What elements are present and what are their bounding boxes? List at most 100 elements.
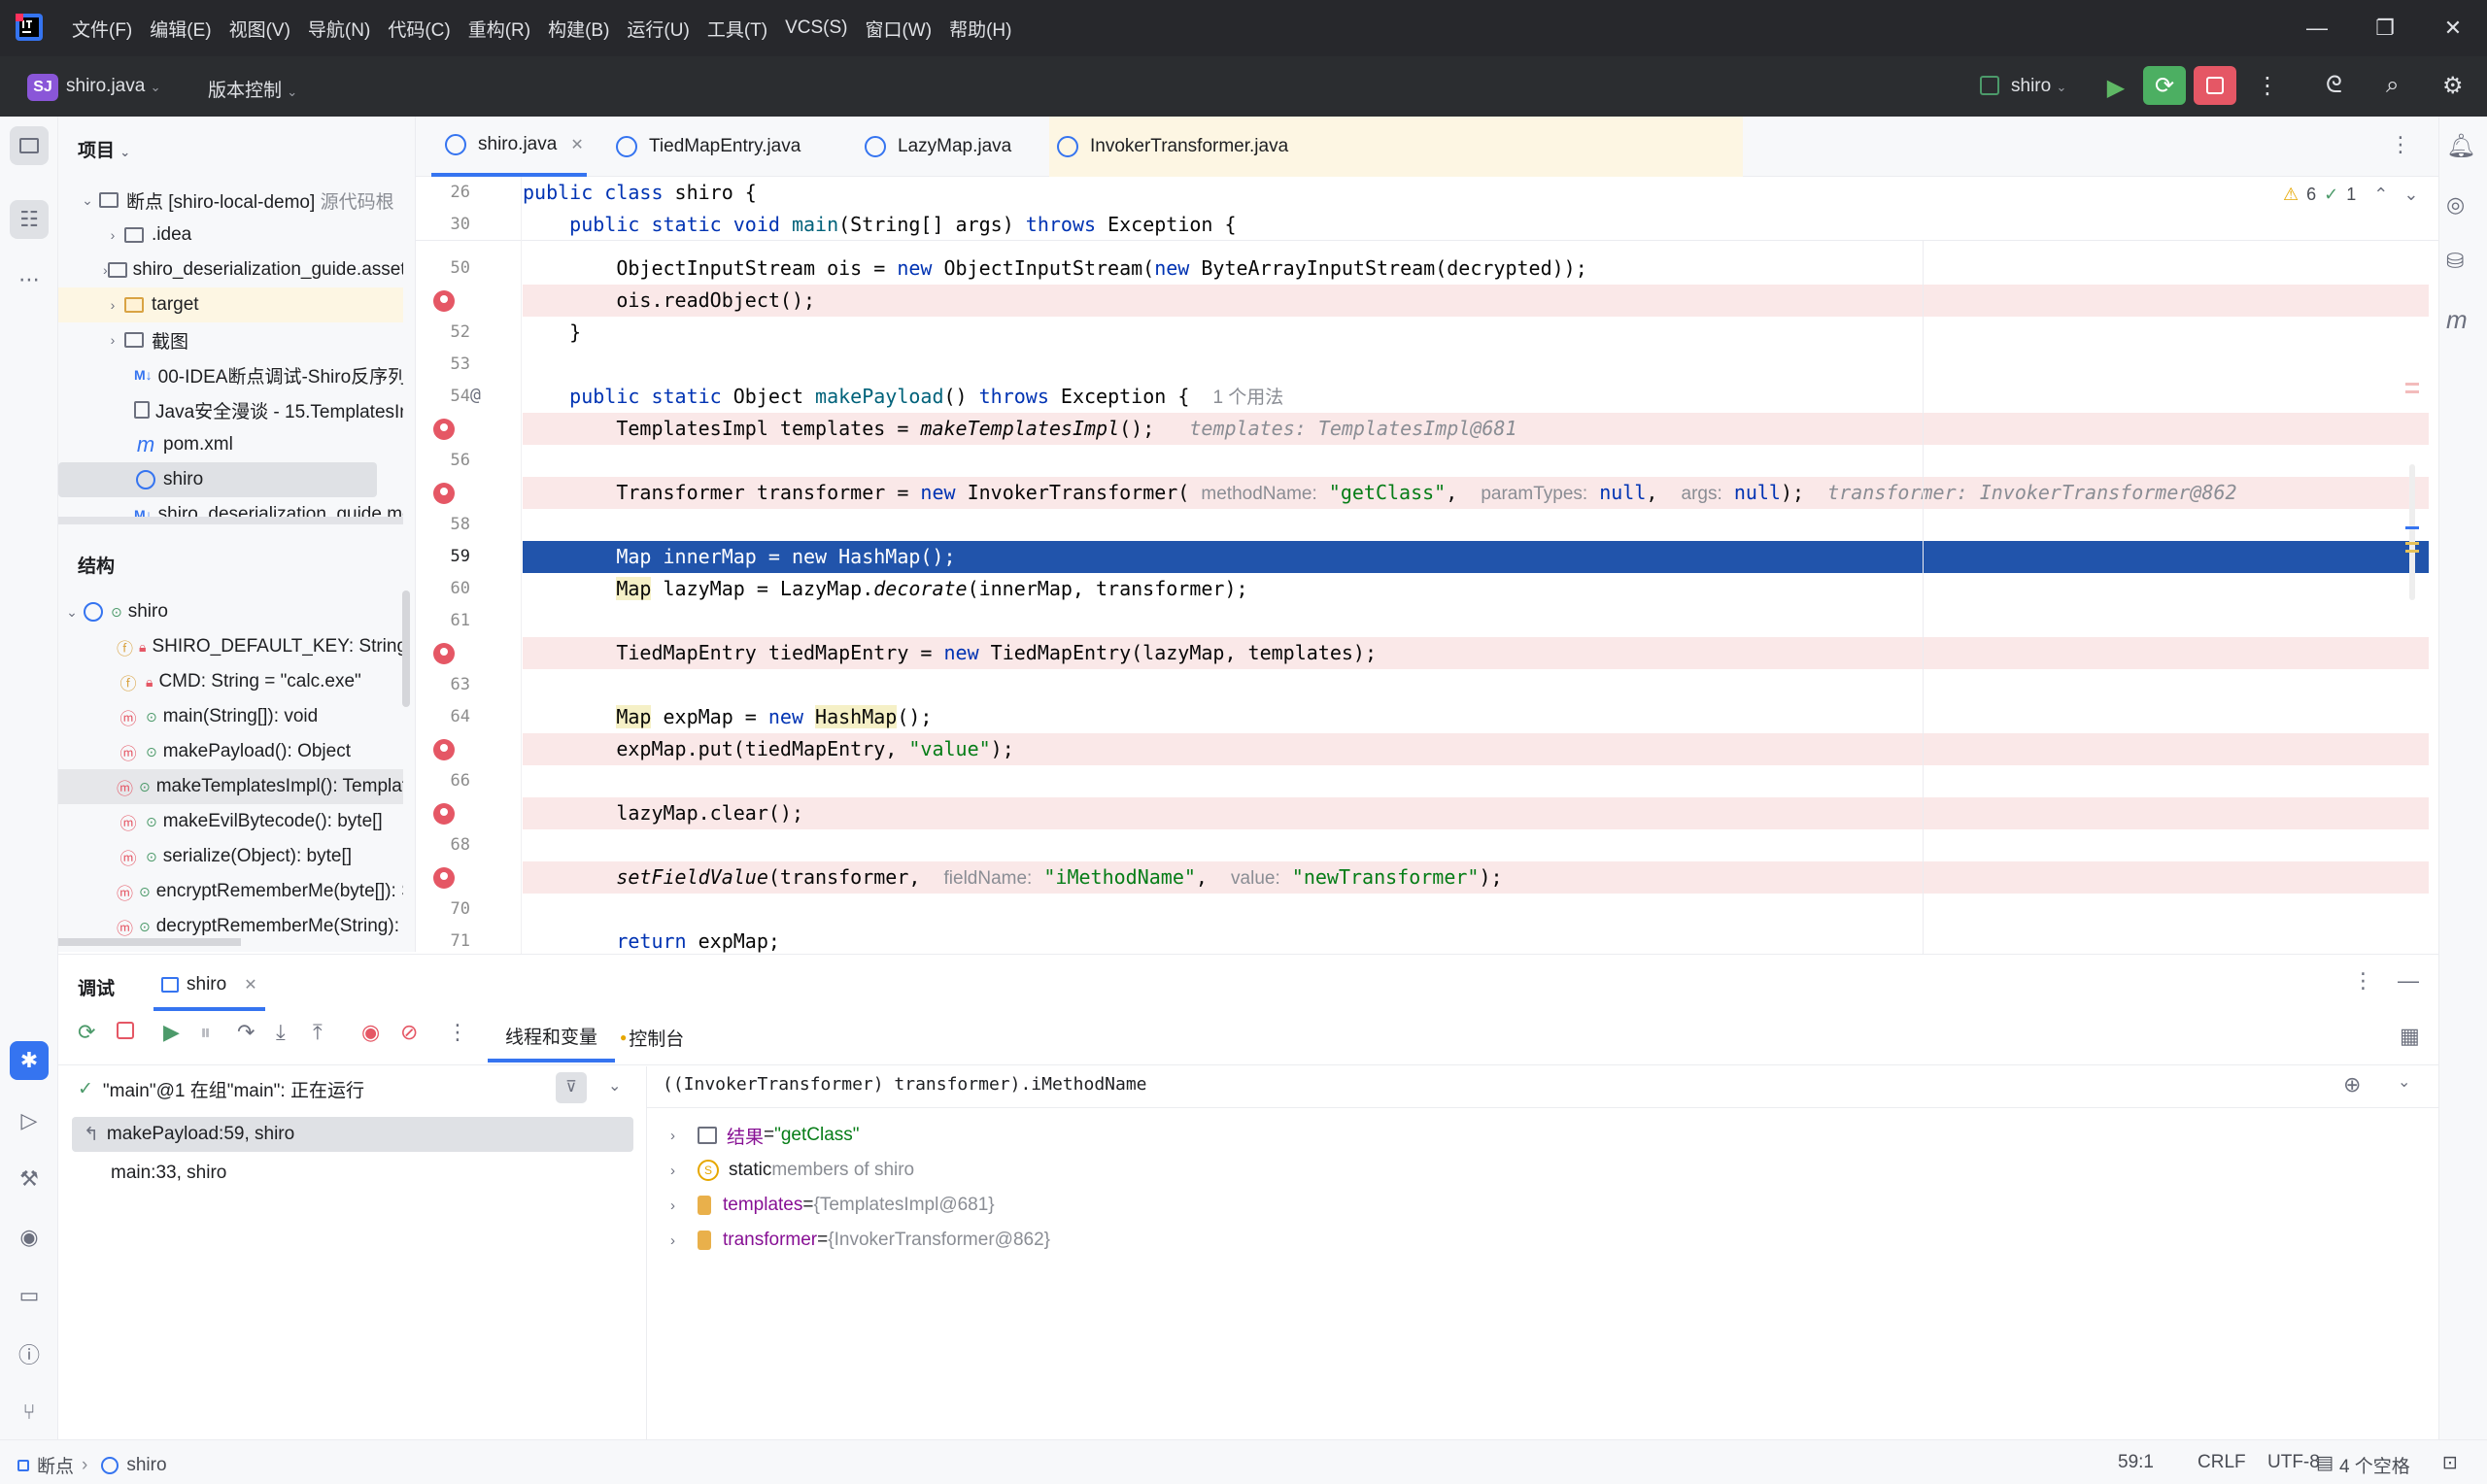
menu-edit[interactable]: 编辑(E): [150, 16, 223, 42]
chevron-right-icon[interactable]: ›: [103, 332, 122, 348]
chevron-down-icon[interactable]: ⌄: [2398, 1072, 2410, 1092]
tab-threads-variables[interactable]: 线程和变量: [488, 1012, 616, 1062]
gutter-line[interactable]: 54 @: [416, 381, 523, 413]
gutter-line[interactable]: [416, 637, 523, 669]
ai-assistant-icon[interactable]: ᘓ: [2326, 72, 2342, 99]
menu-vcs[interactable]: VCS(S): [785, 17, 860, 39]
resume-icon[interactable]: ▶: [2095, 68, 2137, 107]
vcs-selector[interactable]: 版本控制 ⌄: [208, 76, 297, 102]
gutter-line[interactable]: 64: [416, 701, 523, 733]
structure-member[interactable]: ⓕ 🔒︎ SHIRO_DEFAULT_KEY: String: [58, 629, 403, 664]
resume-program-icon[interactable]: ▶︎: [163, 1020, 180, 1045]
run-icon[interactable]: ▷: [10, 1101, 49, 1140]
gutter-line[interactable]: 52: [416, 317, 523, 349]
problems-icon[interactable]: ⓘ: [10, 1334, 49, 1373]
breadcrumb-item[interactable]: shiro: [126, 1455, 166, 1476]
gutter-line[interactable]: 66: [416, 765, 523, 797]
tree-item-pdf[interactable]: Java安全漫谈 - 15.TemplatesImpl: [58, 392, 403, 427]
step-over-icon[interactable]: ↷: [237, 1020, 255, 1045]
add-watch-icon[interactable]: ⊕: [2343, 1072, 2361, 1097]
line-separator[interactable]: CRLF: [2197, 1452, 2246, 1473]
error-stripe[interactable]: [2405, 262, 2419, 884]
chevron-down-icon[interactable]: ⌄: [78, 192, 97, 209]
menu-view[interactable]: 视图(V): [229, 16, 303, 42]
gutter-line[interactable]: 50: [416, 253, 523, 285]
gutter-line[interactable]: 53: [416, 349, 523, 381]
breakpoint-icon[interactable]: [433, 290, 455, 312]
project-panel-title[interactable]: 项目 ⌄: [78, 136, 130, 162]
chevron-right-icon[interactable]: ›: [670, 1128, 698, 1144]
gutter-line[interactable]: [416, 797, 523, 829]
variable-row[interactable]: › S static members of shiro: [670, 1154, 914, 1187]
tree-item-pom[interactable]: m pom.xml: [58, 427, 403, 462]
frame-item-selected[interactable]: ↰ makePayload:59, shiro: [72, 1117, 633, 1152]
more-tools-icon[interactable]: ⋯: [10, 260, 49, 299]
panel-options-icon[interactable]: ⋮ —: [2353, 968, 2419, 994]
code-area[interactable]: 26 public class shiro { 30 public static…: [416, 177, 2438, 954]
tree-item-guide-md[interactable]: M↓ shiro_deserialization_guide.md: [58, 497, 403, 532]
structure-member[interactable]: ⓜ ⊙ encryptRememberMe(byte[]): String: [58, 874, 403, 909]
services-icon[interactable]: ◉: [10, 1218, 49, 1257]
structure-member[interactable]: ⓜ ⊙ serialize(Object): byte[]: [58, 839, 403, 874]
close-tab-icon[interactable]: ✕: [244, 975, 256, 995]
horizontal-scrollbar[interactable]: [58, 517, 403, 524]
menu-help[interactable]: 帮助(H): [949, 16, 1024, 42]
structure-icon[interactable]: ☷: [10, 200, 49, 239]
tab-lazymap-java[interactable]: LazyMap.java: [851, 117, 1011, 177]
structure-root[interactable]: ⌄ ⊙ shiro: [58, 594, 403, 629]
evaluate-expression-input[interactable]: ((InvokerTransformer) transformer).iMeth…: [663, 1074, 1147, 1095]
notifications-bell-icon[interactable]: 🔔︎: [2446, 132, 2475, 160]
chevron-down-icon[interactable]: ⌄: [62, 604, 82, 621]
menu-file[interactable]: 文件(F): [72, 16, 145, 42]
tree-item-idea[interactable]: › .idea: [58, 218, 403, 253]
minimize-button[interactable]: —: [2283, 0, 2351, 56]
gutter-line[interactable]: [416, 733, 523, 765]
more-actions-icon[interactable]: ⋮: [2256, 72, 2279, 100]
tree-item-screenshots[interactable]: › 截图: [58, 322, 403, 357]
tree-root[interactable]: ⌄ 断点 [shiro-local-demo] 源代码根: [58, 183, 403, 218]
menu-run[interactable]: 运行(U): [627, 16, 701, 42]
chevron-right-icon[interactable]: ›: [103, 227, 122, 243]
close-tab-icon[interactable]: ✕: [570, 135, 583, 154]
gutter-line[interactable]: 61: [416, 605, 523, 637]
project-badge[interactable]: SJ: [27, 74, 58, 101]
menu-window[interactable]: 窗口(W): [865, 16, 944, 42]
menu-build[interactable]: 构建(B): [548, 16, 622, 42]
breakpoint-icon[interactable]: [433, 867, 455, 889]
chevron-right-icon[interactable]: ›: [103, 297, 122, 313]
caret-position[interactable]: 59:1: [2118, 1452, 2154, 1473]
usages-hint[interactable]: 1 个用法: [1212, 388, 1283, 408]
settings-gear-icon[interactable]: ⚙: [2442, 72, 2464, 100]
tree-item-assets[interactable]: › shiro_deserialization_guide.assets: [58, 253, 403, 287]
variable-row[interactable]: › templates = {TemplatesImpl@681}: [670, 1189, 995, 1222]
view-breakpoints-icon[interactable]: ◉: [361, 1020, 380, 1045]
variable-row[interactable]: › 结果 = "getClass": [670, 1119, 860, 1152]
maven-icon[interactable]: m: [2446, 305, 2468, 335]
project-folder-icon[interactable]: [10, 126, 49, 165]
chevron-right-icon[interactable]: ›: [670, 1163, 698, 1179]
terminal-icon[interactable]: ▭: [10, 1276, 49, 1315]
breakpoint-icon[interactable]: [433, 419, 455, 440]
rerun-icon[interactable]: ⟳: [78, 1020, 95, 1045]
stop-button[interactable]: [2194, 66, 2236, 105]
breakpoint-icon[interactable]: [433, 803, 455, 825]
intellij-logo-icon[interactable]: [16, 14, 43, 41]
debug-session-tab[interactable]: shiro ✕: [153, 962, 265, 1011]
indent-settings[interactable]: ▤ 4 个空格: [2316, 1452, 2410, 1478]
pause-icon[interactable]: ⏸︎: [200, 1020, 211, 1045]
structure-member-selected[interactable]: ⓜ ⊙ makeTemplatesImpl(): TemplatesImpl: [58, 769, 403, 804]
gutter-line[interactable]: [416, 413, 523, 445]
rerun-debug-button[interactable]: ⟳: [2143, 66, 2186, 105]
tab-shiro-java[interactable]: shiro.java ✕: [431, 117, 587, 177]
horizontal-scrollbar[interactable]: [58, 938, 241, 946]
breakpoint-icon[interactable]: [433, 483, 455, 504]
layout-icon[interactable]: ▦: [2400, 1024, 2420, 1049]
menu-code[interactable]: 代码(C): [388, 16, 462, 42]
gutter-line[interactable]: 63: [416, 669, 523, 701]
database-icon[interactable]: ⛁: [2446, 249, 2464, 274]
structure-member[interactable]: ⓕ 🔒︎ CMD: String = "calc.exe": [58, 664, 403, 699]
menu-navigate[interactable]: 导航(N): [308, 16, 383, 42]
step-into-icon[interactable]: ⤓: [276, 1020, 286, 1045]
lock-icon[interactable]: ⊡: [2442, 1452, 2458, 1474]
run-config-selector[interactable]: shiro ⌄: [2011, 76, 2066, 97]
